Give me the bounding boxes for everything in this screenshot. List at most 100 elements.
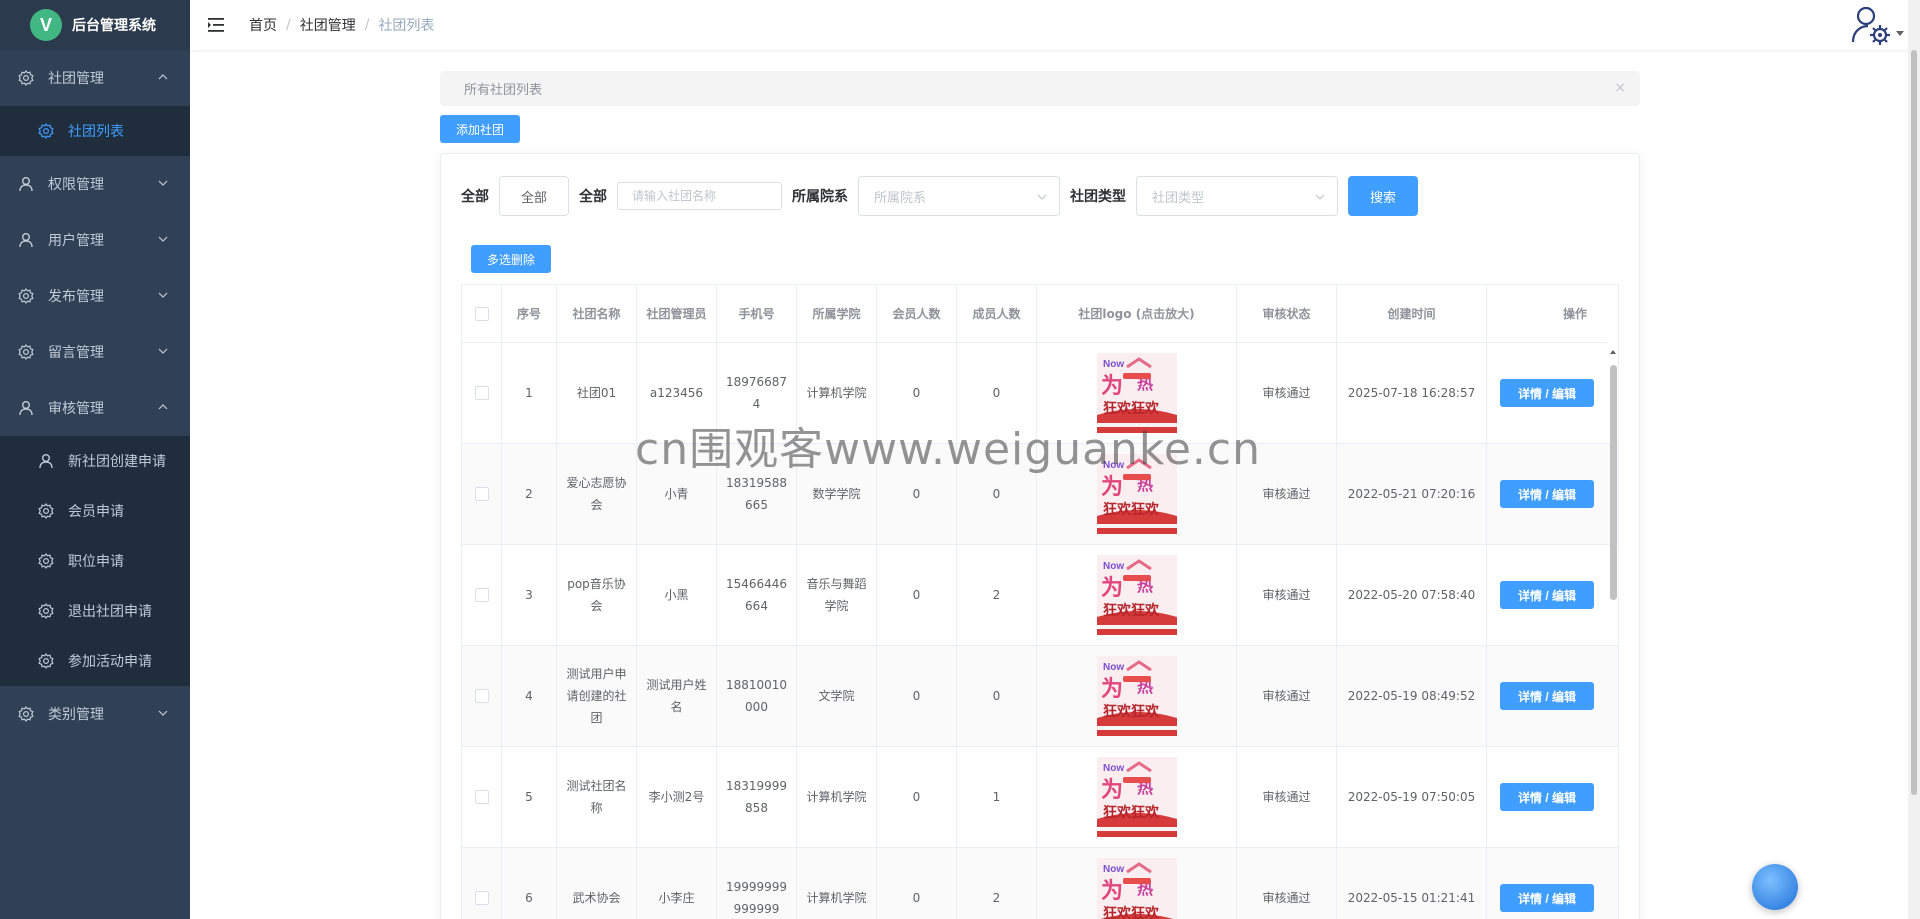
svg-text:狂欢狂欢: 狂欢狂欢 (1103, 804, 1160, 820)
detail-edit-button[interactable]: 详情 / 编辑 (1500, 884, 1594, 912)
column-header: 会员人数 (877, 285, 957, 342)
row-select-cell (462, 545, 502, 645)
cell-members: 0 (877, 545, 957, 645)
row-select-cell (462, 747, 502, 847)
cell-actions: 详情 / 编辑 (1487, 444, 1607, 544)
user-icon (18, 176, 34, 192)
cell-index: 4 (502, 646, 557, 746)
row-select-cell (462, 646, 502, 746)
add-club-button[interactable]: 添加社团 (440, 115, 520, 143)
breadcrumb: 首页 / 社团管理 / 社团列表 (249, 15, 435, 35)
column-header: 手机号 (717, 285, 797, 342)
sidebar-item-0[interactable]: 社团管理 (0, 50, 190, 106)
page-scrollbar[interactable] (1908, 0, 1920, 919)
row-checkbox[interactable] (474, 891, 489, 905)
submenu-item-label: 职位申请 (68, 554, 124, 570)
detail-edit-button[interactable]: 详情 / 编辑 (1500, 682, 1594, 710)
detail-edit-button[interactable]: 详情 / 编辑 (1500, 379, 1594, 407)
select-all-checkbox[interactable] (474, 306, 489, 321)
cell-actions: 详情 / 编辑 (1487, 747, 1607, 847)
submenu-item-label: 新社团创建申请 (68, 454, 166, 470)
submenu-item-5-2[interactable]: 职位申请 (0, 536, 190, 586)
submenu-item-5-1[interactable]: 会员申请 (0, 486, 190, 536)
cell-actions: 详情 / 编辑 (1487, 545, 1607, 645)
cell-members: 0 (877, 646, 957, 746)
type-select-placeholder: 社团类型 (1152, 190, 1205, 206)
cell-admin: 李小测2号 (637, 747, 717, 847)
cell-admin: 小李庄 (637, 848, 717, 919)
row-checkbox[interactable] (474, 487, 489, 501)
cell-phone: 18319999858 (717, 747, 797, 847)
scrollbar-thumb[interactable] (1610, 365, 1617, 600)
column-header: 所属学院 (797, 285, 877, 342)
scroll-up-icon[interactable] (1608, 347, 1618, 357)
svg-text:为: 为 (1101, 878, 1123, 903)
sidebar-item-5[interactable]: 审核管理 (0, 380, 190, 436)
cell-created: 2022-05-21 07:20:16 (1337, 444, 1487, 544)
table-row: 3 pop音乐协会 小黑 15466446664 音乐与舞蹈学院 0 2 Now 为热狂欢狂欢审… (462, 545, 1618, 646)
cell-college: 文学院 (797, 646, 877, 746)
submenu-item-5-4[interactable]: 参加活动申请 (0, 636, 190, 686)
caret-down-icon[interactable] (1896, 31, 1904, 36)
cell-phone: 15466446664 (717, 545, 797, 645)
hamburger-icon[interactable] (207, 15, 227, 35)
club-logo-image[interactable]: Now为 热狂欢狂欢 (1096, 555, 1177, 635)
detail-edit-button[interactable]: 详情 / 编辑 (1500, 480, 1594, 508)
cell-status: 审核通过 (1237, 545, 1337, 645)
search-button[interactable]: 搜索 (1348, 176, 1418, 216)
submenu-item-5-0[interactable]: 新社团创建申请 (0, 436, 190, 486)
detail-edit-button[interactable]: 详情 / 编辑 (1500, 783, 1594, 811)
cell-actions: 详情 / 编辑 (1487, 343, 1607, 443)
cell-index: 3 (502, 545, 557, 645)
submenu-item-0-0[interactable]: 社团列表 (0, 106, 190, 156)
gear-icon (18, 288, 34, 304)
college-select[interactable]: 所属院系 (858, 176, 1060, 216)
multi-delete-button[interactable]: 多选删除 (471, 245, 551, 273)
cell-name: 武术协会 (557, 848, 637, 919)
submenu-item-5-3[interactable]: 退出社团申请 (0, 586, 190, 636)
cell-admin: 小黑 (637, 545, 717, 645)
cell-created: 2022-05-15 01:21:41 (1337, 848, 1487, 919)
row-checkbox[interactable] (474, 588, 489, 602)
club-logo-image[interactable]: Now为 热狂欢狂欢 (1096, 656, 1177, 736)
detail-edit-button[interactable]: 详情 / 编辑 (1500, 581, 1594, 609)
club-logo-image[interactable]: Now为 热狂欢狂欢 (1096, 757, 1177, 837)
sidebar-item-6[interactable]: 类别管理 (0, 686, 190, 742)
cell-logo: Now 为热狂欢狂欢 (1037, 848, 1237, 919)
college-select-placeholder: 所属院系 (874, 190, 927, 206)
sidebar-item-label: 权限管理 (48, 177, 104, 193)
breadcrumb-club-management[interactable]: 社团管理 (300, 15, 356, 35)
page-scrollbar-thumb[interactable] (1911, 50, 1917, 795)
navbar: 首页 / 社团管理 / 社团列表 (190, 0, 1920, 50)
sidebar-item-4[interactable]: 留言管理 (0, 324, 190, 380)
row-checkbox[interactable] (474, 790, 489, 804)
table-scrollbar[interactable] (1608, 347, 1618, 919)
cell-index: 1 (502, 343, 557, 443)
club-logo-image[interactable]: Now为 热狂欢狂欢 (1096, 858, 1177, 919)
all-filter-button[interactable]: 全部 (499, 176, 569, 216)
floating-assistant-button[interactable] (1752, 864, 1798, 910)
cell-logo: Now 为热狂欢狂欢 (1037, 747, 1237, 847)
club-card: 全部 全部 全部 所属院系 所属院系 社团类型 社团类型 搜索 多选删除 序号社… (440, 153, 1640, 919)
club-name-input[interactable] (617, 182, 782, 210)
svg-text:为: 为 (1101, 575, 1123, 600)
sidebar-item-3[interactable]: 发布管理 (0, 268, 190, 324)
submenu-item-label: 会员申请 (68, 504, 124, 520)
notice-text: 所有社团列表 (464, 83, 543, 98)
cell-status: 审核通过 (1237, 747, 1337, 847)
sidebar-item-1[interactable]: 权限管理 (0, 156, 190, 212)
cell-name: 爱心志愿协会 (557, 444, 637, 544)
row-checkbox[interactable] (474, 386, 489, 400)
gear-icon (18, 70, 34, 86)
row-checkbox[interactable] (474, 689, 489, 703)
sidebar-item-2[interactable]: 用户管理 (0, 212, 190, 268)
type-select[interactable]: 社团类型 (1136, 176, 1338, 216)
cell-phone: 19999999999999 (717, 848, 797, 919)
user-settings-icon[interactable] (1850, 4, 1892, 46)
cell-index: 6 (502, 848, 557, 919)
user-icon (18, 232, 34, 248)
breadcrumb-home[interactable]: 首页 (249, 15, 277, 35)
svg-text:Now: Now (1103, 561, 1124, 572)
column-header: 社团名称 (557, 285, 637, 342)
close-icon[interactable]: × (1614, 80, 1626, 96)
